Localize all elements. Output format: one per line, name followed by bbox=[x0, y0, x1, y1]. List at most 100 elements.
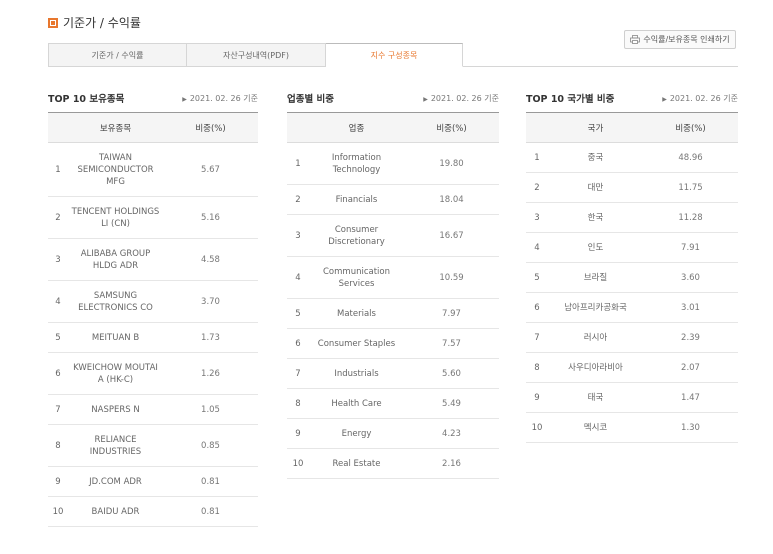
holding-weight: 5.16 bbox=[163, 196, 258, 239]
sector-name: Real Estate bbox=[309, 448, 404, 479]
sector-name: Materials bbox=[309, 298, 404, 329]
country-name: 사우디아라비아 bbox=[548, 352, 643, 383]
country-name: 한국 bbox=[548, 202, 643, 233]
sector-name: Financials bbox=[309, 184, 404, 215]
countries-date-text: 2021. 02. 26 기준 bbox=[669, 93, 738, 103]
sector-weight: 7.97 bbox=[404, 298, 499, 329]
column-header-weight: 비중(%) bbox=[163, 112, 258, 143]
table-row: 2 TENCENT HOLDINGS LI (CN) 5.16 bbox=[48, 196, 258, 239]
table-row: 1 Information Technology 19.80 bbox=[287, 142, 499, 185]
row-number: 8 bbox=[526, 352, 548, 383]
table-row: 5 MEITUAN B 1.73 bbox=[48, 322, 258, 353]
tab-nav-return[interactable]: 기준가 / 수익률 bbox=[48, 43, 187, 67]
sector-weight: 2.16 bbox=[404, 448, 499, 479]
holding-name: TENCENT HOLDINGS LI (CN) bbox=[68, 196, 163, 239]
row-number: 5 bbox=[287, 298, 309, 329]
row-number: 2 bbox=[287, 184, 309, 215]
table-row: 5 Materials 7.97 bbox=[287, 298, 499, 329]
sector-name: Health Care bbox=[309, 388, 404, 419]
sector-weight: 18.04 bbox=[404, 184, 499, 215]
holding-weight: 4.58 bbox=[163, 238, 258, 281]
country-weight: 1.30 bbox=[643, 412, 738, 443]
sector-name: Industrials bbox=[309, 358, 404, 389]
table-row: 7 Industrials 5.60 bbox=[287, 358, 499, 389]
sector-weight: 5.60 bbox=[404, 358, 499, 389]
column-header-country: 국가 bbox=[548, 112, 643, 143]
table-row: 3 한국 11.28 bbox=[526, 202, 738, 233]
country-weight: 11.75 bbox=[643, 172, 738, 203]
row-number: 4 bbox=[526, 232, 548, 263]
country-weight: 3.01 bbox=[643, 292, 738, 323]
print-button[interactable]: 수익률/보유종목 인쇄하기 bbox=[624, 30, 736, 49]
table-row: 8 Health Care 5.49 bbox=[287, 388, 499, 419]
holding-weight: 1.05 bbox=[163, 394, 258, 425]
countries-date: ▶ 2021. 02. 26 기준 bbox=[662, 93, 738, 104]
column-header-sector: 업종 bbox=[309, 112, 404, 143]
country-name: 남아프리카공화국 bbox=[548, 292, 643, 323]
column-header-weight: 비중(%) bbox=[404, 112, 499, 143]
column-header-name: 보유종목 bbox=[68, 112, 163, 143]
tab-pdf[interactable]: 자산구성내역(PDF) bbox=[187, 43, 326, 67]
table-row: 8 RELIANCE INDUSTRIES 0.85 bbox=[48, 424, 258, 467]
table-row: 4 Communication Services 10.59 bbox=[287, 256, 499, 299]
sector-name: Information Technology bbox=[309, 142, 404, 185]
row-number: 6 bbox=[287, 328, 309, 359]
row-number: 3 bbox=[287, 214, 309, 257]
row-number: 3 bbox=[526, 202, 548, 233]
row-number: 8 bbox=[48, 424, 68, 467]
tab-index-constituents[interactable]: 지수 구성종목 bbox=[326, 43, 463, 67]
table-header-row: 국가 비중(%) bbox=[526, 112, 738, 143]
country-weight: 1.47 bbox=[643, 382, 738, 413]
square-bullet-icon bbox=[48, 17, 58, 28]
holdings-date-text: 2021. 02. 26 기준 bbox=[189, 93, 258, 103]
country-weight: 2.07 bbox=[643, 352, 738, 383]
holding-name: NASPERS N bbox=[68, 394, 163, 425]
sectors-title: 업종별 비중 bbox=[287, 94, 335, 105]
holding-name: KWEICHOW MOUTAI A (HK-C) bbox=[68, 352, 163, 395]
printer-icon bbox=[630, 35, 641, 44]
table-row: 2 Financials 18.04 bbox=[287, 184, 499, 215]
table-row: 1 중국 48.96 bbox=[526, 142, 738, 173]
sector-weight: 16.67 bbox=[404, 214, 499, 257]
row-number: 5 bbox=[526, 262, 548, 293]
table-row: 10 Real Estate 2.16 bbox=[287, 448, 499, 479]
sectors-date-text: 2021. 02. 26 기준 bbox=[430, 93, 499, 103]
countries-title: TOP 10 국가별 비중 bbox=[526, 94, 615, 105]
table-row: 9 태국 1.47 bbox=[526, 382, 738, 413]
holding-name: MEITUAN B bbox=[68, 322, 163, 353]
column-header-no bbox=[526, 112, 548, 143]
country-name: 러시아 bbox=[548, 322, 643, 353]
sector-weight: 4.23 bbox=[404, 418, 499, 449]
row-number: 9 bbox=[526, 382, 548, 413]
holdings-panel: TOP 10 보유종목 ▶ 2021. 02. 26 기준 보유종목 비중(%) … bbox=[48, 91, 258, 527]
row-number: 5 bbox=[48, 322, 68, 353]
holdings-title: TOP 10 보유종목 bbox=[48, 94, 125, 105]
countries-panel: TOP 10 국가별 비중 ▶ 2021. 02. 26 기준 국가 비중(%) … bbox=[526, 91, 738, 443]
row-number: 4 bbox=[48, 280, 68, 323]
column-header-weight: 비중(%) bbox=[643, 112, 738, 143]
sector-weight: 19.80 bbox=[404, 142, 499, 185]
table-row: 6 KWEICHOW MOUTAI A (HK-C) 1.26 bbox=[48, 352, 258, 395]
print-button-label: 수익률/보유종목 인쇄하기 bbox=[643, 35, 730, 44]
country-name: 태국 bbox=[548, 382, 643, 413]
row-number: 7 bbox=[48, 394, 68, 425]
table-row: 1 TAIWAN SEMICONDUCTOR MFG 5.67 bbox=[48, 142, 258, 197]
table-row: 7 러시아 2.39 bbox=[526, 322, 738, 353]
table-row: 7 NASPERS N 1.05 bbox=[48, 394, 258, 425]
table-row: 4 인도 7.91 bbox=[526, 232, 738, 263]
holding-weight: 5.67 bbox=[163, 142, 258, 197]
country-weight: 7.91 bbox=[643, 232, 738, 263]
table-row: 6 Consumer Staples 7.57 bbox=[287, 328, 499, 359]
row-number: 10 bbox=[526, 412, 548, 443]
country-weight: 48.96 bbox=[643, 142, 738, 173]
sector-name: Communication Services bbox=[309, 256, 404, 299]
holding-name: TAIWAN SEMICONDUCTOR MFG bbox=[68, 142, 163, 197]
row-number: 8 bbox=[287, 388, 309, 419]
table-row: 2 대만 11.75 bbox=[526, 172, 738, 203]
table-row: 3 ALIBABA GROUP HLDG ADR 4.58 bbox=[48, 238, 258, 281]
sector-weight: 10.59 bbox=[404, 256, 499, 299]
row-number: 6 bbox=[526, 292, 548, 323]
holding-weight: 0.85 bbox=[163, 424, 258, 467]
holding-weight: 1.26 bbox=[163, 352, 258, 395]
tab-divider bbox=[463, 66, 738, 67]
